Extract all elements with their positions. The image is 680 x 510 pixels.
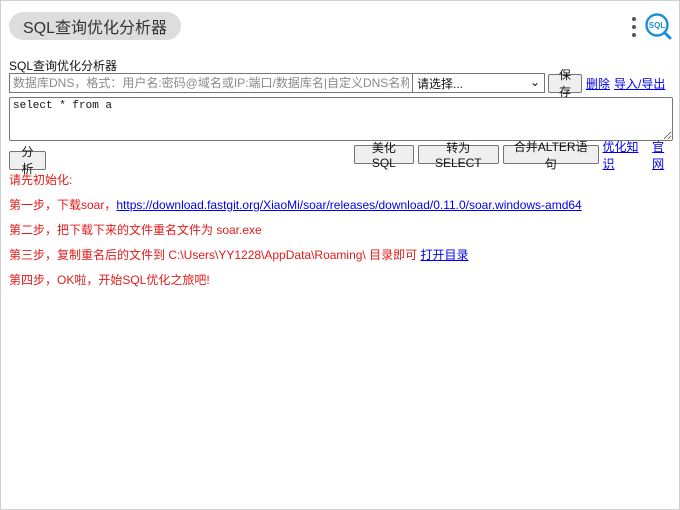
chevron-down-icon: ⌄ (529, 75, 540, 89)
step-3: 第三步，复制重名后的文件到 C:\Users\YY1228\AppData\Ro… (9, 248, 673, 273)
step-3-text: 第三步，复制重名后的文件到 C:\Users\YY1228\AppData\Ro… (9, 248, 421, 262)
soar-download-link[interactable]: https://download.fastgit.org/XiaoMi/soar… (116, 198, 581, 212)
import-export-link[interactable]: 导入/导出 (614, 75, 665, 92)
tools-row: 美化SQL 转为SELECT 合并ALTER语句 优化知识 官网 (354, 140, 679, 171)
app-title-badge: SQL查询优化分析器 (9, 12, 182, 40)
dsn-select[interactable]: 请选择... ⌄ (412, 73, 545, 93)
step-1: 第一步，下载soar，https://download.fastgit.org/… (9, 198, 673, 223)
merge-alter-button[interactable]: 合并ALTER语句 (502, 140, 599, 171)
app-title: SQL查询优化分析器 (23, 20, 168, 37)
step-1-text: 第一步，下载soar， (9, 198, 117, 212)
init-intro: 请先初始化: (9, 173, 73, 187)
sql-logo-icon: SQL (645, 13, 672, 40)
more-menu-icon[interactable] (630, 17, 638, 39)
logo-text: SQL (649, 21, 666, 30)
connection-row: 请选择... ⌄ 保存 删除 导入/导出 (9, 68, 665, 99)
section-title: SQL查询优化分析器 (9, 59, 118, 73)
website-link[interactable]: 官网 (652, 138, 675, 172)
step-4: 第四步，OK啦，开始SQL优化之旅吧! (9, 273, 210, 287)
beautify-sql-button[interactable]: 美化SQL (354, 141, 414, 170)
init-instructions: 请先初始化: 第一步，下载soar，https://download.fastg… (9, 173, 673, 298)
step-2: 第二步，把下载下来的文件重名文件为 soar.exe (9, 223, 262, 237)
open-directory-link[interactable]: 打开目录 (420, 248, 468, 262)
extension-popup: SQL查询优化分析器 SQL SQL查询优化分析器 请选择... ⌄ 保存 删除… (0, 0, 680, 510)
dsn-input[interactable] (9, 73, 412, 93)
dsn-select-value: 请选择... (417, 76, 464, 91)
sql-editor[interactable]: select * from a (9, 97, 673, 141)
delete-link[interactable]: 删除 (586, 75, 610, 92)
optimize-tips-link[interactable]: 优化知识 (603, 138, 649, 172)
analyze-button[interactable]: 分析 (9, 145, 46, 176)
convert-to-select-button[interactable]: 转为SELECT (417, 141, 499, 170)
analyze-row: 分析 (9, 145, 46, 176)
save-button[interactable]: 保存 (548, 68, 582, 99)
